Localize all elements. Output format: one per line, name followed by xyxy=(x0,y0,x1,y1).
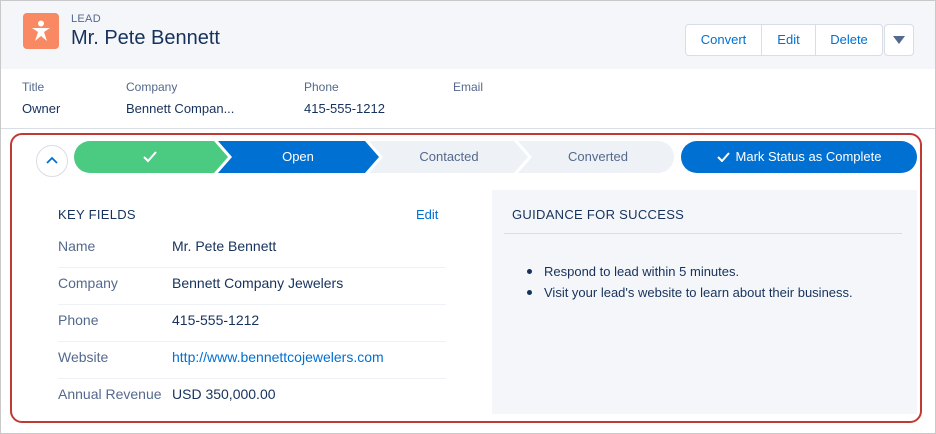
more-actions-button[interactable] xyxy=(884,24,914,56)
path-stage-converted-label: Converted xyxy=(568,149,628,164)
website-link[interactable]: http://www.bennettcojewelers.com xyxy=(172,349,384,365)
lead-person-icon xyxy=(23,13,59,49)
highlight-company-label: Company xyxy=(126,80,178,94)
key-field-row: Website http://www.bennettcojewelers.com xyxy=(58,342,446,379)
key-field-label: Website xyxy=(58,349,109,365)
key-field-row: Phone 415-555-1212 xyxy=(58,305,446,342)
guidance-item: Respond to lead within 5 minutes. xyxy=(526,261,853,282)
guidance-list: Respond to lead within 5 minutes. Visit … xyxy=(526,261,853,303)
guidance-panel: GUIDANCE FOR SUCCESS Respond to lead wit… xyxy=(492,190,917,414)
mark-status-complete-label: Mark Status as Complete xyxy=(735,149,882,164)
key-field-row: Company Bennett Company Jewelers xyxy=(58,268,446,305)
path-stage-contacted-label: Contacted xyxy=(419,149,479,164)
key-field-label: Name xyxy=(58,238,96,254)
highlight-title-label: Title xyxy=(22,80,45,94)
check-icon xyxy=(716,151,730,163)
key-field-value: Mr. Pete Bennett xyxy=(172,238,277,254)
highlight-email: Email xyxy=(453,80,483,101)
collapse-button[interactable] xyxy=(36,145,68,177)
key-fields-title: KEY FIELDS xyxy=(58,207,136,222)
record-type-label: LEAD xyxy=(71,13,101,25)
convert-button[interactable]: Convert xyxy=(686,25,762,55)
key-field-row: Annual Revenue USD 350,000.00 xyxy=(58,379,446,416)
highlights-panel: Title Owner Company Bennett Compan... Ph… xyxy=(1,69,935,129)
highlight-phone-value[interactable]: 415-555-1212 xyxy=(304,101,385,116)
key-field-value: 415-555-1212 xyxy=(172,312,260,328)
key-field-row: Name Mr. Pete Bennett xyxy=(58,231,446,268)
highlight-title-value: Owner xyxy=(22,101,61,116)
guidance-item: Visit your lead's website to learn about… xyxy=(526,282,853,303)
key-field-label: Phone xyxy=(58,312,99,328)
key-field-label: Company xyxy=(58,275,118,291)
key-field-label: Annual Revenue xyxy=(58,386,162,402)
highlight-company-value: Bennett Compan... xyxy=(126,101,235,116)
chevron-up-icon xyxy=(46,156,58,164)
key-field-value: Bennett Company Jewelers xyxy=(172,275,344,291)
record-header: LEAD Mr. Pete Bennett Convert Edit Delet… xyxy=(1,1,935,69)
key-fields-edit-link[interactable]: Edit xyxy=(416,207,438,222)
highlight-phone: Phone 415-555-1212 xyxy=(304,80,385,116)
guidance-divider xyxy=(504,233,902,234)
path-stage-open-label: Open xyxy=(282,149,314,164)
mark-status-complete-button[interactable]: Mark Status as Complete xyxy=(681,141,917,173)
record-name: Mr. Pete Bennett xyxy=(71,27,220,49)
chevron-down-icon xyxy=(893,36,905,44)
action-button-group: Convert Edit Delete xyxy=(685,24,883,56)
edit-button[interactable]: Edit xyxy=(762,25,816,55)
sales-path-section: Open Contacted Converted Mark Status as … xyxy=(10,133,922,423)
highlight-title: Title Owner xyxy=(22,80,60,116)
highlight-email-label: Email xyxy=(453,80,484,94)
highlight-company: Company Bennett Compan... xyxy=(126,80,234,116)
guidance-title: GUIDANCE FOR SUCCESS xyxy=(512,207,685,222)
key-field-value: USD 350,000.00 xyxy=(172,386,276,402)
highlight-phone-label: Phone xyxy=(304,80,339,94)
delete-button[interactable]: Delete xyxy=(816,25,882,55)
